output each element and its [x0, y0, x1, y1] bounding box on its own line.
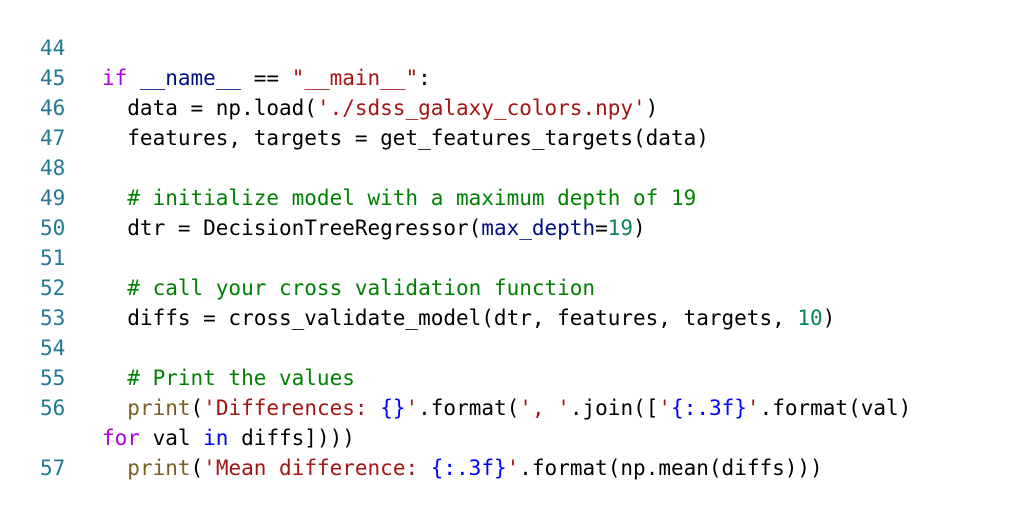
code-token-keyword: in — [203, 426, 229, 450]
line-number: 56 — [40, 396, 66, 420]
code-token-default: ) — [645, 96, 659, 120]
code-line[interactable]: 48 — [0, 153, 1020, 183]
code-token-default: features, targets = get_features_targets… — [102, 126, 709, 150]
code-line-wrapped[interactable]: for val in diffs]))) — [0, 423, 1020, 453]
code-token-default: dtr = DecisionTreeRegressor( — [102, 216, 482, 240]
code-token-default — [102, 456, 127, 480]
code-token-variable: __name__ — [139, 66, 242, 90]
code-token-default: ) — [633, 216, 646, 240]
code-token-default: data = np.load( — [102, 96, 317, 120]
code-line[interactable]: 55 # Print the values — [0, 363, 1020, 393]
code-line[interactable]: 51 — [0, 243, 1020, 273]
code-text: data = np.load('./sdss_galaxy_colors.npy… — [102, 93, 658, 123]
code-token-format-placeholder: {:.3f} — [671, 396, 747, 420]
code-token-format-placeholder: {:.3f} — [430, 456, 507, 480]
code-text: # initialize model with a maximum depth … — [102, 183, 696, 213]
code-lines: 44 45 if __name__ == "__main__": 46 data = … — [0, 33, 1020, 483]
code-token-format-placeholder: {} — [380, 396, 406, 420]
code-line[interactable]: 50 dtr = DecisionTreeRegressor(max_depth… — [0, 213, 1020, 243]
code-text: print('Mean difference: {:.3f}'.format(n… — [102, 453, 823, 483]
line-number: 47 — [40, 126, 66, 150]
code-token-default: : — [418, 66, 431, 90]
code-line[interactable]: 57 print('Mean difference: {:.3f}'.forma… — [0, 453, 1020, 483]
code-text: print('Differences: {}'.format(', '.join… — [102, 393, 911, 423]
code-text: diffs = cross_validate_model(dtr, featur… — [102, 303, 835, 333]
code-token-comment: # call your cross validation function — [102, 276, 596, 300]
code-line[interactable]: 47 features, targets = get_features_targ… — [0, 123, 1020, 153]
code-text: for val in diffs]))) — [102, 423, 355, 453]
code-token-default — [102, 396, 127, 420]
code-token-keyword-control: if — [102, 66, 128, 90]
line-number: 46 — [40, 96, 66, 120]
line-number: 53 — [40, 306, 66, 330]
code-line[interactable]: 54 — [0, 333, 1020, 363]
code-line[interactable]: 49 # initialize model with a maximum dep… — [0, 183, 1020, 213]
code-token-default: .format(val) — [759, 396, 912, 420]
code-token-string: ', ' — [519, 396, 570, 420]
line-number: 57 — [40, 456, 66, 480]
code-token-function: print — [127, 456, 191, 480]
code-token-default: .format( — [418, 396, 520, 420]
code-token-comment: # initialize model with a maximum depth … — [102, 186, 697, 210]
code-text: # call your cross validation function — [102, 273, 595, 303]
code-line[interactable]: 56 print('Differences: {}'.format(', '.j… — [0, 393, 1020, 423]
code-token-variable: max_depth — [481, 216, 596, 240]
line-number: 45 — [40, 66, 66, 90]
line-number: 44 — [40, 36, 66, 60]
line-number: 51 — [40, 246, 66, 270]
code-token-string: ' — [746, 396, 760, 420]
line-number: 49 — [40, 186, 66, 210]
code-line[interactable]: 52 # call your cross validation function — [0, 273, 1020, 303]
code-token-default: diffs = cross_validate_model(dtr, featur… — [102, 306, 798, 330]
code-token-string: 'Differences: — [203, 396, 381, 420]
line-number: 50 — [40, 216, 66, 240]
code-token-string: ' — [405, 396, 419, 420]
code-token-string: 'Mean difference: — [203, 456, 431, 480]
line-number: 52 — [40, 276, 66, 300]
code-token-default: .join([ — [569, 396, 659, 420]
code-line[interactable]: 45 if __name__ == "__main__": — [0, 63, 1020, 93]
code-token-keyword-control: for — [102, 426, 140, 450]
code-token-function: print — [127, 396, 191, 420]
code-token-number: 10 — [797, 306, 823, 330]
code-token-default: == — [241, 66, 292, 90]
code-token-default: diffs]))) — [228, 426, 355, 450]
code-token-default: .format(np.mean(diffs))) — [519, 456, 823, 480]
code-text: if __name__ == "__main__": — [102, 63, 431, 93]
code-token-default: ) — [822, 306, 836, 330]
code-text: features, targets = get_features_targets… — [102, 123, 709, 153]
code-token-string: ' — [506, 456, 520, 480]
code-token-string: ' — [658, 396, 672, 420]
code-line[interactable]: 53 diffs = cross_validate_model(dtr, fea… — [0, 303, 1020, 333]
code-editor-panel[interactable]: 44 45 if __name__ == "__main__": 46 data = … — [0, 0, 1020, 522]
code-token-default: = — [595, 216, 608, 240]
line-number: 48 — [40, 156, 66, 180]
code-text: dtr = DecisionTreeRegressor(max_depth=19… — [102, 213, 646, 243]
code-line[interactable]: 46 data = np.load('./sdss_galaxy_colors.… — [0, 93, 1020, 123]
line-number: 55 — [40, 366, 66, 390]
code-token-comment: # Print the values — [102, 366, 355, 390]
code-token-default: val — [139, 426, 204, 450]
code-text: # Print the values — [102, 363, 355, 393]
code-token-number: 19 — [607, 216, 634, 240]
code-line[interactable]: 44 — [0, 33, 1020, 63]
code-token-default — [127, 66, 140, 90]
code-token-string: './sdss_galaxy_colors.npy' — [316, 96, 646, 120]
code-token-default: ( — [190, 396, 204, 420]
code-token-string: "__main__" — [291, 66, 419, 90]
line-number: 54 — [40, 336, 66, 360]
code-token-default: ( — [190, 456, 204, 480]
